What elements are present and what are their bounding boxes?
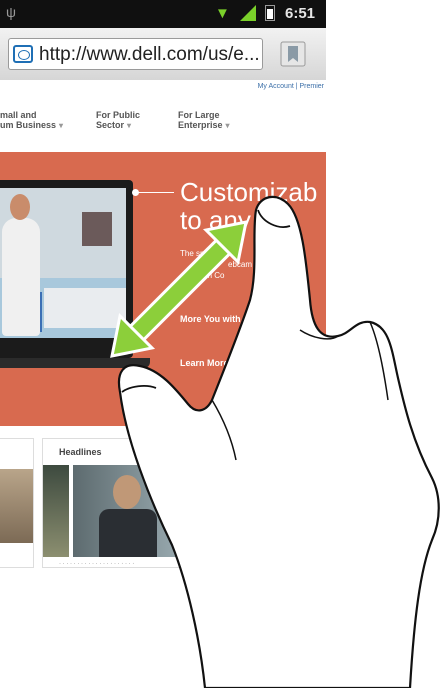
pinch-gesture-illustration [110, 195, 440, 688]
hand-icon [117, 195, 440, 688]
pinch-zoom-arrow-icon [110, 220, 248, 358]
